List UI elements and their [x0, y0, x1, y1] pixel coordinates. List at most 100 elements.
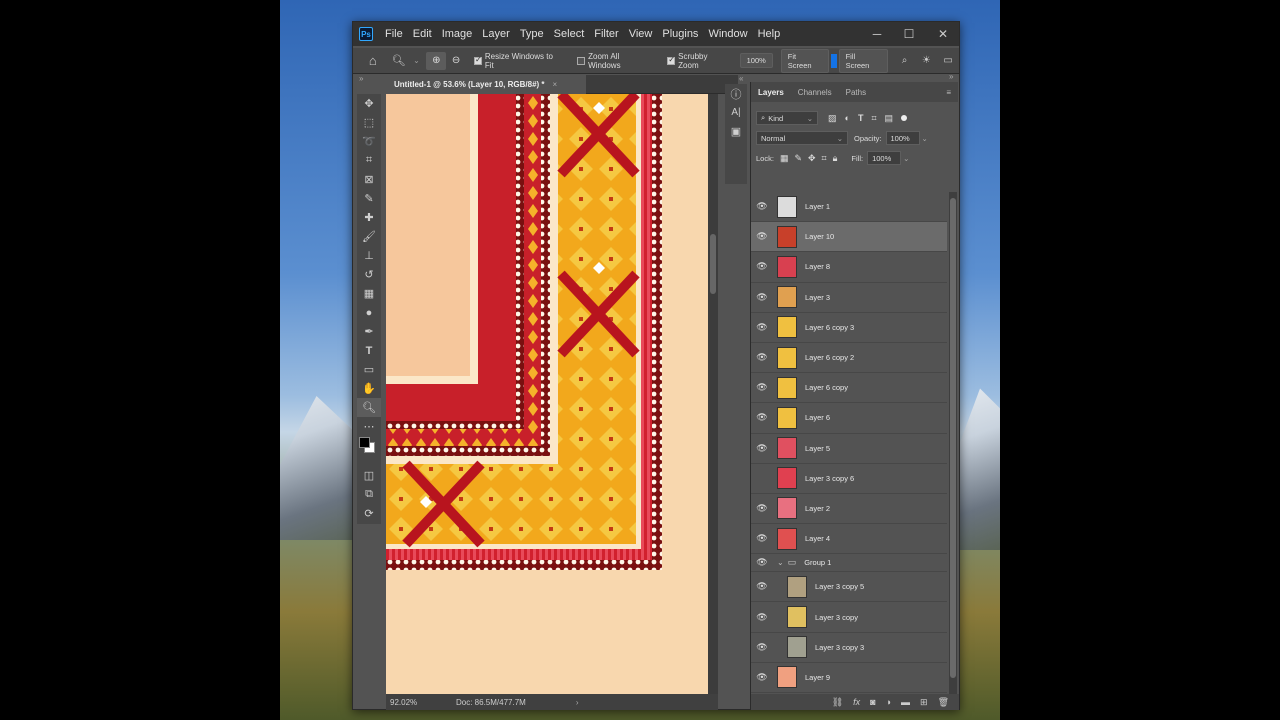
- adjustment-layer-icon[interactable]: ◑: [886, 697, 891, 707]
- eyedropper-tool-icon[interactable]: ✎: [357, 189, 381, 208]
- tool-preset-chevron-icon[interactable]: ⌄: [410, 52, 422, 70]
- new-group-icon[interactable]: ▬: [901, 697, 910, 707]
- clone-stamp-tool-icon[interactable]: ⊥: [357, 246, 381, 265]
- filter-toggle-icon[interactable]: [901, 115, 908, 121]
- lock-transparent-icon[interactable]: ▦: [780, 153, 789, 164]
- layers-scrollbar[interactable]: [949, 192, 957, 694]
- opacity-chevron-icon[interactable]: ⌄: [922, 134, 928, 143]
- zoom-tool-icon[interactable]: 🔍︎: [387, 52, 411, 70]
- add-mask-icon[interactable]: ◙: [870, 697, 875, 707]
- brush-tool-icon[interactable]: 🖌︎: [357, 227, 381, 246]
- maximize-button[interactable]: ☐: [893, 22, 925, 46]
- menu-plugins[interactable]: Plugins: [657, 28, 703, 40]
- zoom-in-icon[interactable]: ⊕: [426, 51, 447, 70]
- visibility-eye-icon[interactable]: 👁︎: [751, 503, 773, 514]
- fill-screen-button[interactable]: Fill Screen: [838, 48, 888, 73]
- menu-help[interactable]: Help: [753, 28, 786, 40]
- layer-row[interactable]: 👁︎ Layer 6 copy: [751, 373, 947, 404]
- visibility-eye-icon[interactable]: 👁︎: [751, 231, 773, 242]
- status-menu-chevron-icon[interactable]: ›: [576, 698, 579, 707]
- minimize-button[interactable]: ─: [861, 22, 893, 46]
- lock-image-icon[interactable]: ✎: [794, 153, 802, 164]
- resize-windows-checkbox[interactable]: Resize Windows to Fit: [473, 52, 563, 70]
- zoom-all-checkbox[interactable]: Zoom All Windows: [577, 52, 653, 70]
- panel-collapse-right-icon[interactable]: »: [949, 72, 953, 81]
- menu-filter[interactable]: Filter: [589, 28, 623, 40]
- discover-icon[interactable]: ☀: [915, 52, 937, 70]
- link-layers-icon[interactable]: ⛓: [832, 697, 843, 708]
- visibility-eye-icon[interactable]: 👁︎: [751, 322, 773, 333]
- opacity-field[interactable]: 100%: [885, 131, 920, 145]
- search-icon[interactable]: ⌕: [894, 52, 916, 70]
- zoom-level[interactable]: 92.02%: [390, 698, 450, 707]
- menu-image[interactable]: Image: [437, 28, 478, 40]
- visibility-eye-icon[interactable]: 👁︎: [751, 261, 773, 272]
- visibility-eye-icon[interactable]: 👁︎: [751, 201, 773, 212]
- visibility-eye-icon[interactable]: 👁︎: [751, 581, 773, 592]
- menu-view[interactable]: View: [624, 28, 658, 40]
- panel-menu-icon[interactable]: ≡: [939, 88, 958, 97]
- layer-group-row[interactable]: 👁︎ ⌄ ▭ Group 1: [751, 554, 947, 573]
- history-brush-tool-icon[interactable]: ↺: [357, 265, 381, 284]
- zoom-tool-icon[interactable]: 🔍︎: [357, 398, 381, 417]
- pen-tool-icon[interactable]: ✒: [357, 322, 381, 341]
- tab-channels[interactable]: Channels: [791, 88, 839, 97]
- canvas-area[interactable]: [386, 94, 708, 694]
- adjustment-filter-icon[interactable]: ◐: [845, 113, 850, 123]
- toolbar-collapse-icon[interactable]: »: [359, 74, 363, 83]
- zoom-percentage-field[interactable]: 100%: [739, 53, 773, 68]
- menu-window[interactable]: Window: [703, 28, 752, 40]
- layer-row[interactable]: 👁︎ Layer 1: [751, 192, 947, 223]
- layer-row[interactable]: 👁︎ Layer 3 copy: [751, 602, 947, 633]
- scrubby-zoom-checkbox[interactable]: Scrubby Zoom: [667, 52, 729, 70]
- new-layer-icon[interactable]: ⊞: [920, 697, 928, 708]
- frame-tool-icon[interactable]: ⊠: [357, 170, 381, 189]
- tab-layers[interactable]: Layers: [751, 88, 791, 97]
- close-tab-icon[interactable]: ×: [553, 80, 558, 89]
- pixel-filter-icon[interactable]: ▨: [828, 113, 837, 124]
- hand-tool-icon[interactable]: ✋: [357, 379, 381, 398]
- foreground-color-swatch[interactable]: [359, 437, 370, 448]
- fill-field[interactable]: 100%: [867, 151, 902, 165]
- layer-row[interactable]: 👁︎ Layer 5: [751, 434, 947, 464]
- zoom-out-icon[interactable]: ⊖: [446, 52, 466, 70]
- layer-row[interactable]: Layer 3 copy 6: [751, 464, 947, 494]
- visibility-eye-icon[interactable]: 👁︎: [751, 443, 773, 454]
- blend-mode-dropdown[interactable]: Normal ⌄: [756, 131, 848, 145]
- layer-row[interactable]: 👁︎ Layer 3 copy 5: [751, 572, 947, 603]
- info-icon[interactable]: ⓘ: [725, 84, 747, 103]
- layer-row[interactable]: 👁︎ Layer 4: [751, 524, 947, 555]
- home-icon[interactable]: ⌂: [359, 52, 387, 70]
- gradient-tool-icon[interactable]: ▦: [357, 284, 381, 303]
- lock-all-icon[interactable]: 🔒︎: [833, 153, 838, 164]
- layer-row[interactable]: 👁︎ Layer 3 copy 3: [751, 633, 947, 663]
- visibility-eye-icon[interactable]: 👁︎: [751, 352, 773, 363]
- move-tool-icon[interactable]: ✥: [357, 94, 381, 113]
- chevron-down-icon[interactable]: ⌄: [777, 558, 784, 567]
- blur-tool-icon[interactable]: ●: [357, 303, 381, 322]
- layer-row[interactable]: 👁︎ Layer 2: [751, 494, 947, 525]
- visibility-eye-icon[interactable]: 👁︎: [751, 382, 773, 393]
- healing-brush-tool-icon[interactable]: ✚: [357, 208, 381, 227]
- menu-file[interactable]: File: [380, 28, 408, 40]
- tab-paths[interactable]: Paths: [839, 88, 873, 97]
- libraries-icon[interactable]: ▣: [725, 122, 747, 141]
- lasso-tool-icon[interactable]: ➰: [357, 132, 381, 151]
- menu-select[interactable]: Select: [549, 28, 590, 40]
- workspace-icon[interactable]: ▭: [937, 52, 959, 70]
- visibility-eye-icon[interactable]: 👁︎: [751, 412, 773, 423]
- layer-style-icon[interactable]: fx: [853, 697, 860, 707]
- visibility-eye-icon[interactable]: 👁︎: [751, 642, 773, 653]
- smart-object-filter-icon[interactable]: ▤: [885, 113, 894, 124]
- document-tab[interactable]: Untitled-1 @ 53.6% (Layer 10, RGB/8#) * …: [386, 75, 586, 94]
- scroll-thumb[interactable]: [950, 198, 956, 678]
- color-swatches[interactable]: [357, 436, 381, 466]
- visibility-eye-icon[interactable]: 👁︎: [751, 557, 773, 568]
- delete-layer-icon[interactable]: 🗑︎: [938, 697, 949, 708]
- rectangle-tool-icon[interactable]: ▭: [357, 360, 381, 379]
- shape-filter-icon[interactable]: ⌗: [871, 113, 876, 124]
- quick-mask-icon[interactable]: ◫: [357, 466, 381, 485]
- menu-edit[interactable]: Edit: [408, 28, 437, 40]
- lock-position-icon[interactable]: ✥: [808, 153, 816, 164]
- layer-row[interactable]: 👁︎ Layer 8: [751, 252, 947, 283]
